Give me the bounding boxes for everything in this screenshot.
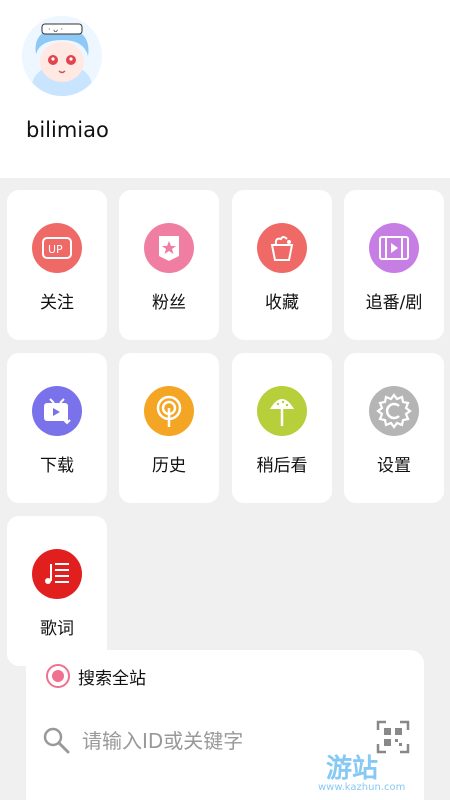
profile-header: · ᴗ · bilimiao <box>0 0 450 178</box>
menu-item-settings[interactable]: 设置 <box>344 353 444 503</box>
watermelon-icon <box>257 386 307 436</box>
up-icon: UP <box>32 223 82 273</box>
gear-icon <box>369 386 419 436</box>
menu-item-label: 歌词 <box>40 619 74 639</box>
username[interactable]: bilimiao <box>26 118 109 142</box>
lyrics-icon <box>32 549 82 599</box>
menu-item-label: 收藏 <box>265 293 299 313</box>
watermark-url: www.kazhun.com <box>318 782 406 793</box>
fans-badge-icon <box>144 223 194 273</box>
film-icon <box>369 223 419 273</box>
menu-item-history[interactable]: 历史 <box>119 353 219 503</box>
menu-item-lyrics[interactable]: 歌词 <box>7 516 107 666</box>
menu-item-label: 下载 <box>40 456 74 476</box>
menu-item-follow[interactable]: UP 关注 <box>7 190 107 340</box>
search-scope-label[interactable]: 搜索全站 <box>78 664 146 689</box>
favorite-cup-icon <box>257 223 307 273</box>
history-icon <box>144 386 194 436</box>
menu-item-label: 粉丝 <box>152 293 186 313</box>
menu-item-watch-later[interactable]: 稍后看 <box>232 353 332 503</box>
menu-item-label: 追番/剧 <box>365 293 423 313</box>
menu-item-label: 稍后看 <box>256 456 308 476</box>
watermark: 游站 www.kazhun.com <box>308 748 448 798</box>
menu-item-download[interactable]: 下载 <box>7 353 107 503</box>
avatar[interactable]: · ᴗ · <box>22 16 102 96</box>
svg-text:UP: UP <box>48 243 63 256</box>
menu-item-label: 关注 <box>40 293 74 313</box>
search-icon <box>43 727 70 754</box>
menu-item-fans[interactable]: 粉丝 <box>119 190 219 340</box>
search-scope-radio[interactable] <box>46 664 70 688</box>
avatar-image: · ᴗ · <box>22 16 102 96</box>
menu-item-favorites[interactable]: 收藏 <box>232 190 332 340</box>
svg-text:· ᴗ ·: · ᴗ · <box>48 25 63 34</box>
tv-download-icon <box>32 386 82 436</box>
watermark-main: 游站 <box>326 754 379 784</box>
menu-item-bangumi[interactable]: 追番/剧 <box>344 190 444 340</box>
menu-item-label: 设置 <box>377 456 411 476</box>
menu-item-label: 历史 <box>152 456 186 476</box>
